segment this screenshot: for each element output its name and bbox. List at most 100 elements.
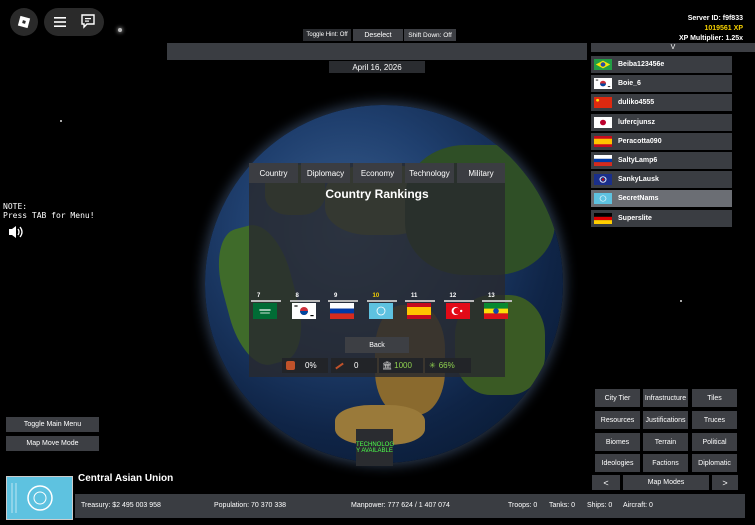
toggle-main-menu-button[interactable]: Toggle Main Menu (6, 417, 99, 432)
treasury: Treasury: $2 495 003 958 (81, 502, 161, 509)
war-icon (335, 362, 344, 369)
map-mode-prev-button[interactable]: < (592, 475, 620, 490)
server-id: Server ID: f9f833 (687, 15, 743, 22)
tab-economy[interactable]: Economy (353, 163, 402, 183)
stability-icon (286, 361, 295, 370)
stat-box-1: 0% (282, 358, 328, 373)
stat-4-value: 66% (438, 361, 455, 370)
rank-bar (366, 300, 397, 302)
player-list-toggle[interactable]: V (591, 43, 755, 52)
tech-notice-line-2: Y AVAILABLE (356, 447, 393, 454)
map-move-mode-button[interactable]: Map Move Mode (6, 436, 99, 451)
player-name: Boie_6 (618, 80, 641, 88)
japan-flag-icon (594, 116, 612, 128)
china-flag-icon (594, 97, 612, 109)
stat-2-value: 0 (354, 361, 359, 370)
server-info: Server ID: f9f833 1019561 XP XP Multipli… (679, 14, 743, 44)
back-button[interactable]: Back (345, 337, 409, 353)
chat-icon[interactable] (80, 13, 96, 29)
map-modes-label[interactable]: Map Modes (623, 475, 709, 490)
note-label: NOTE: (3, 202, 28, 211)
player-name: SankyLausk (618, 176, 659, 184)
player-name: Superslite (618, 214, 652, 222)
aircraft: Aircraft: 0 (623, 502, 653, 509)
tab-military[interactable]: Military (457, 163, 505, 183)
rank-bar (482, 300, 512, 302)
player-row[interactable]: Superslite (591, 209, 732, 227)
russia-flag-icon (594, 155, 612, 166)
stat-1-value: 0% (305, 361, 317, 370)
roblox-menu-button[interactable] (10, 8, 38, 36)
map-mode-city-tier-button[interactable]: City Tier (595, 389, 640, 407)
tab-diplomacy[interactable]: Diplomacy (301, 163, 350, 183)
map-mode-next-button[interactable]: > (712, 475, 738, 490)
map-mode-justifications-button[interactable]: Justifications (643, 411, 688, 429)
rank-number: 10 (372, 293, 380, 299)
player-row[interactable]: SankyLausk (591, 171, 732, 189)
map-mode-ideologies-button[interactable]: Ideologies (595, 454, 640, 472)
player-name: Beiba123456e (618, 61, 665, 68)
rankings-title: Country Rankings (325, 187, 429, 201)
rank-bar (405, 300, 435, 302)
player-row[interactable]: Peracotta090 (591, 132, 732, 150)
map-mode-diplomatic-button[interactable]: Diplomatic (692, 454, 737, 472)
sound-toggle-icon[interactable] (8, 225, 24, 239)
rank-bar (289, 300, 320, 302)
player-name: SecretNams (618, 195, 659, 203)
rank-number: 7 (257, 293, 261, 299)
player-row[interactable]: SecretNams (591, 190, 732, 208)
stat-box-2: 0 (331, 358, 377, 373)
star (60, 120, 62, 122)
rank-number: 8 (295, 293, 299, 299)
toggle-hint-button[interactable]: Toggle Hint: Off (303, 29, 351, 41)
manpower: Manpower: 777 624 / 1 407 074 (351, 502, 450, 509)
note-message: Press TAB for Menu! (3, 211, 95, 220)
map-mode-factions-button[interactable]: Factions (643, 454, 688, 472)
star (680, 300, 682, 302)
rank-bar (251, 300, 281, 302)
stat-box-3: 🏛 1000 (379, 358, 423, 373)
union-flag-icon (594, 174, 612, 186)
player-row[interactable]: Beiba123456e (591, 56, 732, 73)
saudi-arabia-flag-icon[interactable] (253, 303, 277, 319)
technology-available-notice[interactable]: TECHNOLOG Y AVAILABLE (356, 429, 394, 466)
player-row[interactable]: SaltyLamp6 (591, 152, 732, 169)
map-mode-political-button[interactable]: Political (692, 433, 737, 451)
tab-technology[interactable]: Technology (405, 163, 454, 183)
tanks: Tanks: 0 (549, 502, 576, 509)
tab-country[interactable]: Country (249, 163, 298, 183)
star (118, 28, 122, 32)
approval-icon: ✳ (429, 361, 436, 370)
central-asian-union-flag-icon (594, 193, 612, 205)
rank-number: 11 (411, 293, 418, 299)
player-row[interactable]: lufercjunsz (591, 113, 732, 131)
hamburger-menu-icon[interactable] (52, 14, 68, 30)
south-korea-flag-icon[interactable] (291, 303, 316, 319)
map-mode-truces-button[interactable]: Truces (692, 411, 737, 429)
player-row[interactable]: Boie_6 (591, 75, 732, 93)
central-asian-union-flag-icon[interactable] (368, 303, 393, 319)
player-name: SaltyLamp6 (618, 157, 658, 164)
map-mode-tiles-button[interactable]: Tiles (692, 389, 737, 407)
map-mode-terrain-button[interactable]: Terrain (643, 433, 688, 451)
country-flag[interactable] (6, 476, 73, 520)
russia-flag-icon[interactable] (330, 303, 354, 319)
population: Population: 70 370 338 (214, 502, 287, 509)
player-row[interactable]: duliko4555 (591, 94, 732, 112)
map-mode-infrastructure-button[interactable]: Infrastructure (643, 389, 688, 407)
game-date: April 16, 2026 (329, 61, 425, 73)
ethiopia-flag-icon[interactable] (484, 303, 508, 319)
spain-flag-icon[interactable] (407, 303, 431, 319)
troops: Troops: 0 (508, 502, 538, 509)
map-mode-resources-button[interactable]: Resources (595, 411, 640, 429)
turkey-flag-icon[interactable] (445, 303, 470, 319)
deselect-button[interactable]: Deselect (353, 29, 403, 41)
rank-bar (443, 300, 474, 302)
map-mode-biomes-button[interactable]: Biomes (595, 433, 640, 451)
rank-number: 12 (449, 293, 457, 299)
shift-down-button[interactable]: Shift Down: Off (404, 29, 456, 41)
player-name: Peracotta090 (618, 137, 662, 145)
player-name: duliko4555 (618, 99, 655, 107)
roblox-logo-icon (17, 15, 31, 29)
germany-flag-icon (594, 212, 612, 224)
